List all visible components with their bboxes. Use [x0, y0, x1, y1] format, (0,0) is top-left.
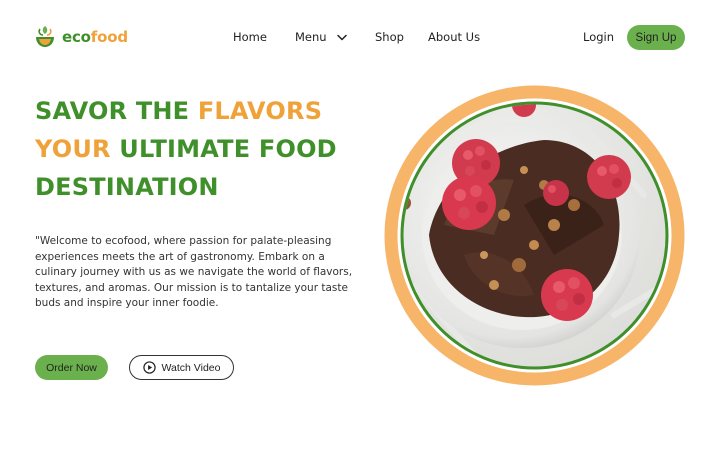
watch-video-button[interactable]: Watch Video	[129, 355, 234, 380]
nav-shop-link[interactable]: Shop	[375, 30, 404, 44]
hero-title-part: ULTIMATE FOOD	[119, 135, 337, 163]
hero-title-part: SAVOR THE	[35, 97, 198, 125]
hero-title-highlight: FLAVORS	[197, 97, 323, 125]
raspberry	[587, 155, 631, 199]
play-circle-icon	[142, 361, 156, 374]
nav-menu-label: Menu	[295, 30, 327, 44]
chevron-down-icon	[336, 34, 347, 40]
brand-logo[interactable]: ecofood	[34, 24, 128, 50]
raspberry	[442, 176, 496, 230]
salad-bowl-logo-icon	[36, 26, 54, 47]
nav-about-link[interactable]: About Us	[428, 30, 480, 44]
hero-title: SAVOR THE FLAVORS YOUR ULTIMATE FOOD DES…	[35, 92, 337, 206]
hero-title-highlight: YOUR	[35, 135, 120, 163]
order-now-button[interactable]: Order Now	[35, 355, 108, 380]
nav-home-link[interactable]: Home	[233, 30, 267, 44]
brand-name-food: food	[90, 28, 128, 46]
brand-name-eco: eco	[62, 28, 91, 46]
hero-food-image	[384, 85, 685, 386]
nav-menu-dropdown[interactable]: Menu	[295, 30, 347, 44]
signup-button[interactable]: Sign Up	[627, 25, 685, 50]
hero-description: "Welcome to ecofood, where passion for p…	[35, 235, 353, 309]
raspberry	[543, 180, 569, 206]
watch-video-label: Watch Video	[161, 361, 221, 374]
navbar: ecofood Home Menu Shop About Us Login Si…	[0, 0, 720, 75]
raspberry	[541, 269, 593, 321]
brand-name: ecofood	[62, 28, 128, 46]
login-link[interactable]: Login	[583, 30, 614, 44]
hero-title-part: DESTINATION	[35, 173, 219, 201]
